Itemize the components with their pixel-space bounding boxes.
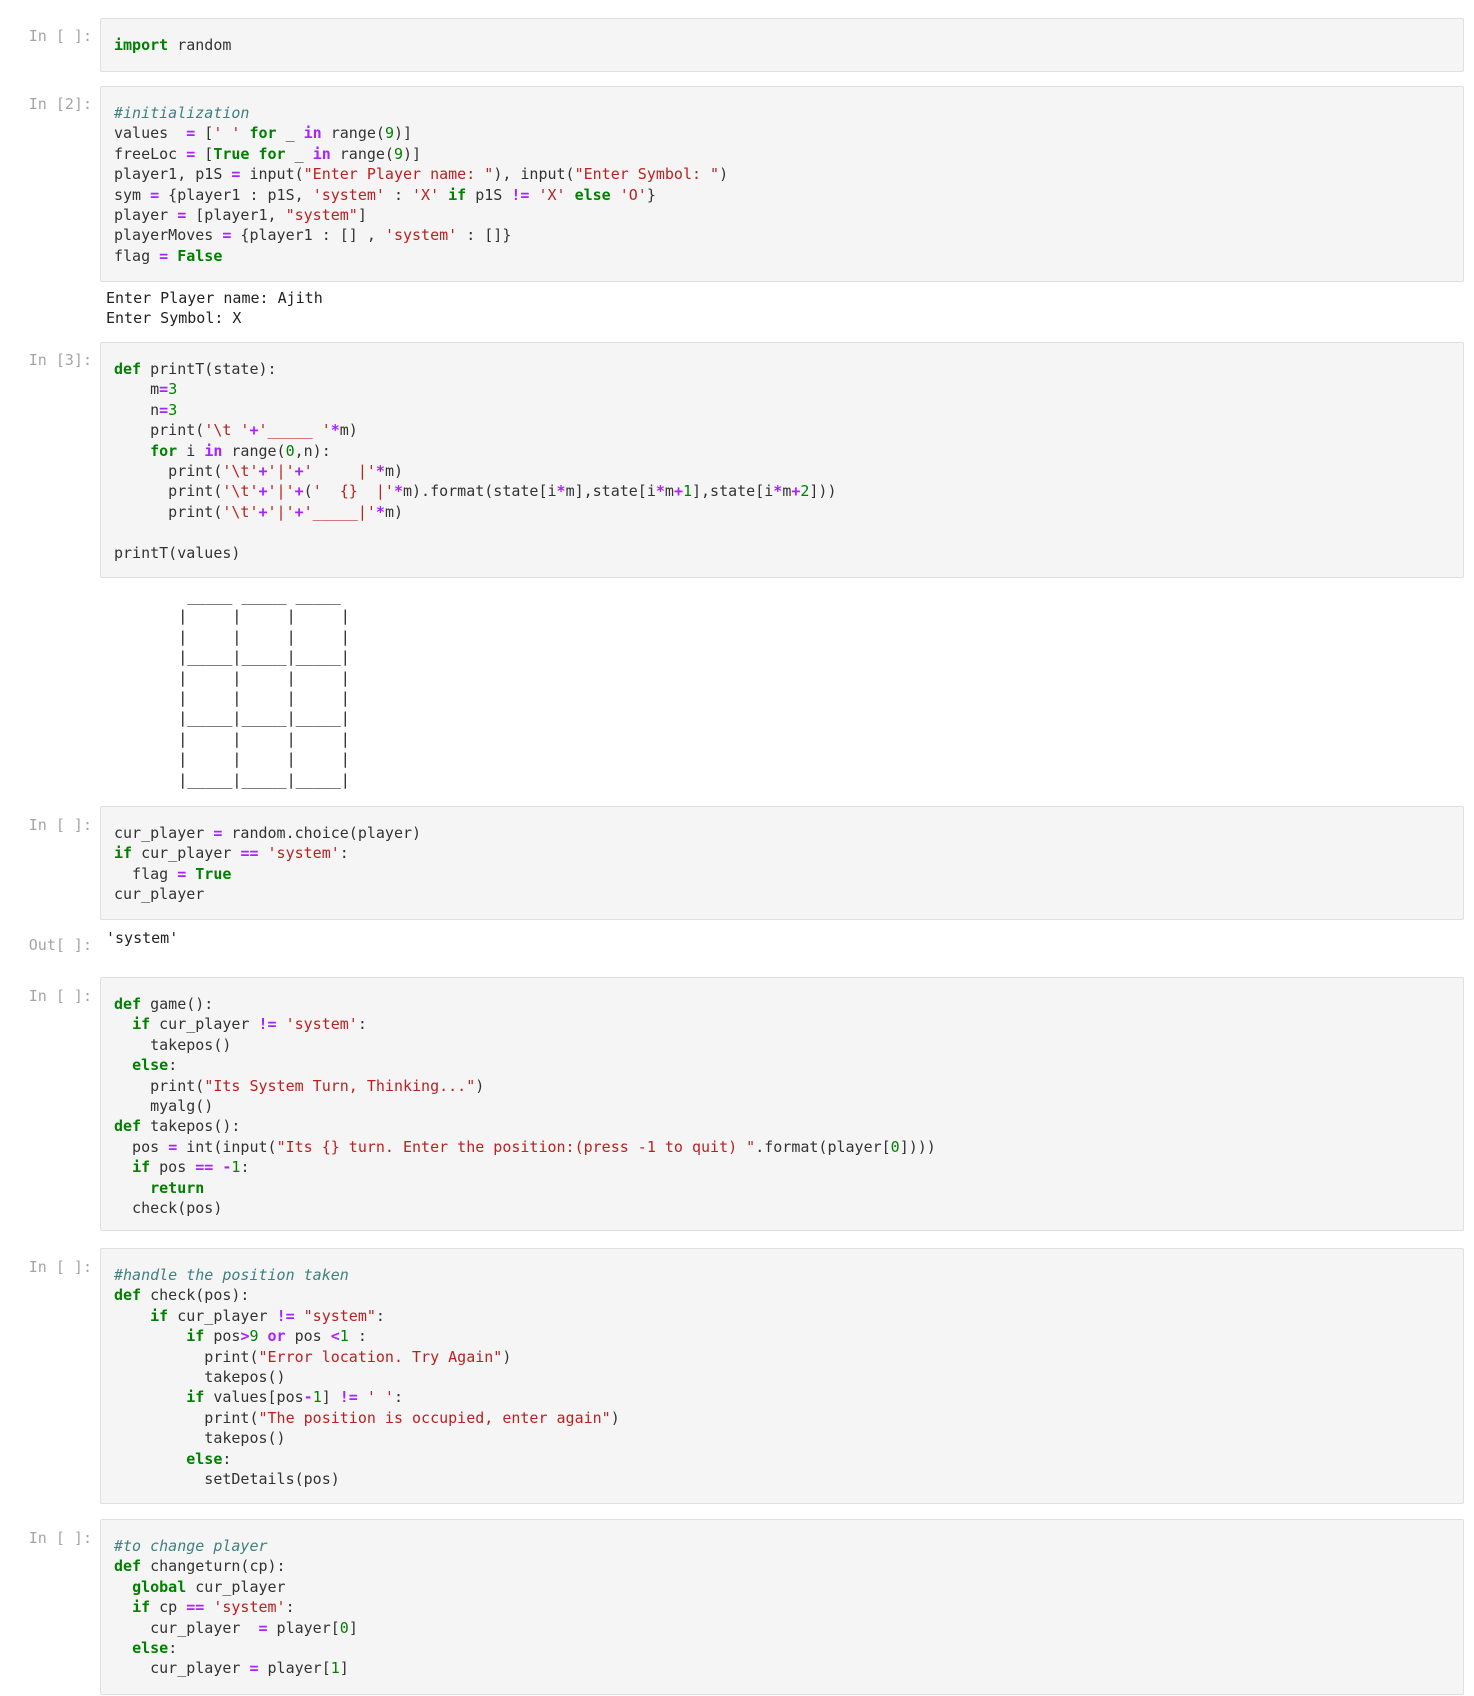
code-editor[interactable]: #initialization values = [' ' for _ in r… <box>101 87 1463 266</box>
code-editor[interactable]: #to change player def changeturn(cp): gl… <box>101 1520 1463 1679</box>
cell-output: 'system' <box>106 929 179 947</box>
code-editor[interactable]: def game(): if cur_player != 'system': t… <box>101 978 1463 1218</box>
output-line: Enter Player name: Ajith <box>106 289 323 307</box>
input-prompt: In [3]: <box>28 351 92 369</box>
input-prompt: In [ ]: <box>28 27 92 45</box>
output-line: Enter Symbol: X <box>106 309 242 328</box>
code-editor[interactable]: #handle the position taken def check(pos… <box>101 1249 1463 1489</box>
code-editor[interactable]: def printT(state): m=3 n=3 print('\t '+'… <box>101 343 1463 563</box>
code-cell[interactable]: def game(): if cur_player != 'system': t… <box>100 977 1464 1231</box>
cell-output: Enter Player name: Ajith Enter Symbol: X <box>106 288 323 329</box>
input-prompt: In [ ]: <box>28 987 92 1005</box>
input-prompt: In [ ]: <box>28 1529 92 1547</box>
code-cell[interactable]: #handle the position taken def check(pos… <box>100 1248 1464 1504</box>
code-cell[interactable]: cur_player = random.choice(player) if cu… <box>100 806 1464 920</box>
input-prompt: In [ ]: <box>28 1258 92 1276</box>
code-editor[interactable]: cur_player = random.choice(player) if cu… <box>101 807 1463 905</box>
input-prompt: In [2]: <box>28 95 92 113</box>
code-cell[interactable]: #to change player def changeturn(cp): gl… <box>100 1519 1464 1695</box>
code-cell[interactable]: import random <box>100 18 1464 72</box>
code-editor[interactable]: import random <box>101 19 1463 55</box>
code-cell[interactable]: #initialization values = [' ' for _ in r… <box>100 86 1464 282</box>
board-output: _____ _____ _____ | | | | | | | | |_____… <box>178 587 350 789</box>
output-prompt: Out[ ]: <box>28 936 92 954</box>
code-cell[interactable]: def printT(state): m=3 n=3 print('\t '+'… <box>100 342 1464 578</box>
input-prompt: In [ ]: <box>28 816 92 834</box>
